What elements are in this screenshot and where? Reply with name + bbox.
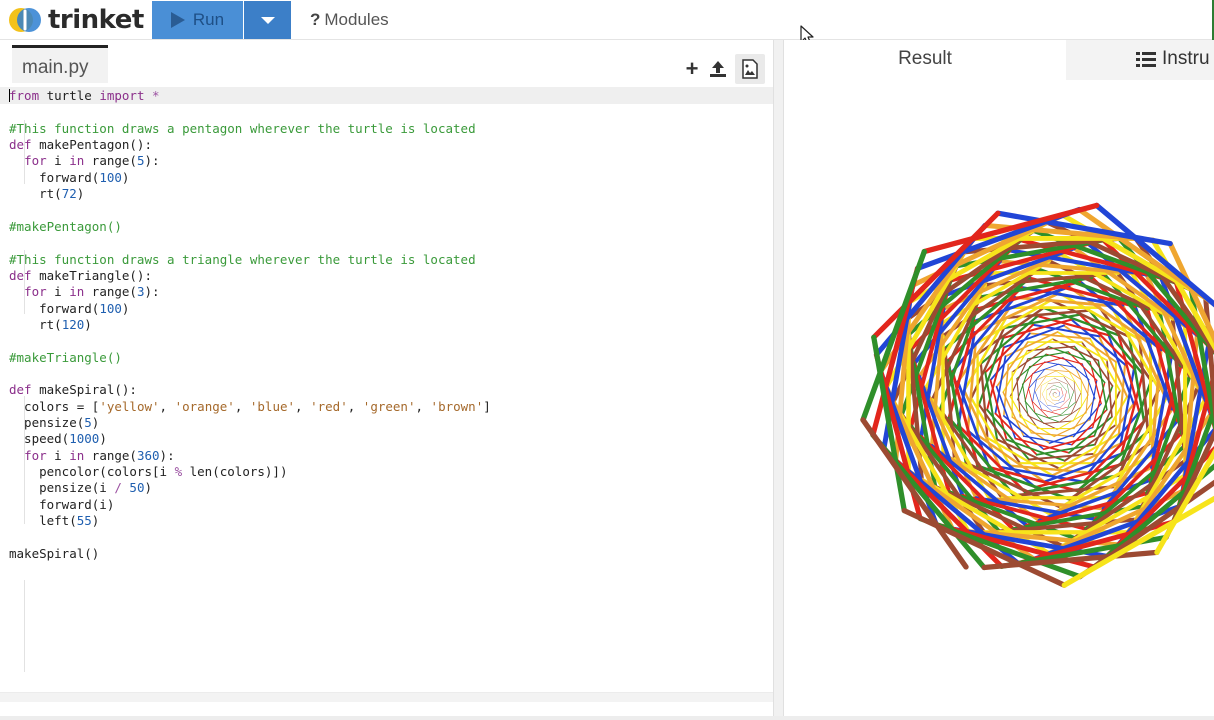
run-options-dropdown[interactable] (244, 1, 291, 39)
logo-text: trinket (48, 5, 144, 35)
tab-result[interactable]: Result (784, 40, 1066, 80)
turtle-stroke (1058, 395, 1064, 401)
code-line[interactable]: speed(1000) (9, 431, 107, 447)
code-line[interactable]: def makeSpiral(): (9, 382, 137, 398)
result-panel: Result Instru (784, 40, 1214, 720)
turtle-stroke (1049, 394, 1053, 401)
code-line[interactable]: makeSpiral() (9, 546, 99, 562)
play-icon (170, 12, 185, 28)
tab-instructions-label: Instru (1162, 48, 1210, 69)
editor-horizontal-scrollbar[interactable] (0, 692, 773, 702)
code-line[interactable]: from turtle import * (9, 88, 160, 104)
tab-instructions[interactable]: Instru (1066, 40, 1214, 80)
code-line[interactable]: #This function draws a pentagon wherever… (9, 121, 476, 137)
indent-guide (24, 580, 25, 672)
file-tab-label: main.py (22, 57, 89, 78)
modules-button[interactable]: ? Modules (310, 10, 389, 30)
turtle-stroke (1049, 389, 1052, 395)
code-line[interactable]: #makePentagon() (9, 219, 122, 235)
code-line[interactable]: forward(i) (9, 497, 114, 513)
file-tab-main[interactable]: main.py (12, 45, 108, 83)
turtle-stroke (1073, 381, 1077, 403)
top-toolbar: trinket Run ? Modules (0, 0, 1214, 46)
turtle-stroke (1032, 363, 1060, 375)
code-line[interactable]: pensize(5) (9, 415, 99, 431)
chevron-down-icon (260, 16, 275, 24)
code-line[interactable]: forward(100) (9, 170, 129, 186)
turtle-stroke (1059, 382, 1067, 392)
code-line[interactable]: def makePentagon(): (9, 137, 152, 153)
turtle-stroke (1068, 371, 1082, 393)
turtle-stroke (1054, 400, 1065, 405)
turtle-stroke (1063, 390, 1067, 402)
code-line[interactable]: left(55) (9, 513, 99, 529)
trinket-logo[interactable]: trinket (8, 4, 144, 36)
turtle-stroke (1053, 385, 1062, 389)
code-line[interactable]: rt(120) (9, 317, 92, 333)
editor-actions: + (677, 54, 765, 84)
code-line[interactable]: def makeTriangle(): (9, 268, 152, 284)
turtle-stroke (1055, 395, 1060, 398)
turtle-stroke (1058, 391, 1060, 397)
turtle-stroke (1056, 388, 1060, 393)
turtle-stroke (1046, 398, 1055, 405)
turtle-stroke (1034, 391, 1042, 410)
editor-header: main.py + (0, 40, 773, 86)
turtle-stroke (1052, 399, 1059, 401)
upload-button[interactable] (707, 58, 729, 80)
turtle-stroke (1045, 353, 1083, 365)
turtle-stroke (1039, 385, 1042, 402)
code-area[interactable]: from turtle import * #This function draws… (0, 86, 773, 692)
code-editor-panel: main.py + from turtle import * #This fun… (0, 40, 773, 692)
turtle-stroke (1046, 385, 1054, 391)
turtle-stroke (1017, 366, 1031, 401)
turtle-stroke (1024, 400, 1045, 424)
code-line[interactable]: for i in range(5): (9, 153, 160, 169)
question-icon: ? (310, 10, 321, 29)
code-line[interactable]: rt(72) (9, 186, 84, 202)
turtle-stroke (1074, 366, 1089, 396)
upload-icon (710, 61, 726, 77)
code-line[interactable]: pencolor(colors[i % len(colors)]) (9, 464, 287, 480)
code-line[interactable]: for i in range(3): (9, 284, 160, 300)
turtle-stroke (1052, 392, 1055, 394)
turtle-stroke (1047, 382, 1060, 384)
turtle-stroke (1067, 383, 1071, 399)
trinket-logo-icon (8, 6, 42, 34)
code-line[interactable]: pensize(i / 50) (9, 480, 152, 496)
result-tabs: Result Instru (784, 40, 1214, 80)
turtle-stroke (1041, 383, 1049, 395)
code-line[interactable]: #makeTriangle() (9, 350, 122, 366)
text-cursor (9, 89, 10, 102)
turtle-stroke (1051, 388, 1057, 390)
run-button[interactable]: Run (152, 1, 243, 39)
list-icon (1136, 52, 1156, 67)
run-label: Run (192, 10, 225, 29)
code-line[interactable]: colors = ['yellow', 'orange', 'blue', 'r… (9, 399, 491, 415)
turtle-canvas (784, 80, 1214, 682)
panel-resize-handle[interactable] (773, 40, 784, 720)
turtle-stroke (1063, 376, 1075, 392)
plus-icon: + (685, 56, 699, 81)
code-line[interactable]: forward(100) (9, 301, 129, 317)
add-file-button[interactable]: + (681, 58, 703, 80)
bottom-border (0, 716, 1214, 720)
turtle-stroke (1029, 357, 1064, 368)
turtle-stroke (1061, 387, 1064, 396)
image-file-icon (742, 59, 758, 79)
turtle-stroke (1059, 406, 1082, 423)
code-line[interactable]: for i in range(360): (9, 448, 175, 464)
turtle-stroke (1053, 395, 1056, 398)
modules-label: Modules (324, 10, 389, 29)
turtle-stroke (1047, 405, 1061, 408)
add-image-button[interactable] (735, 54, 765, 84)
code-line[interactable]: #This function draws a triangle wherever… (9, 252, 476, 268)
